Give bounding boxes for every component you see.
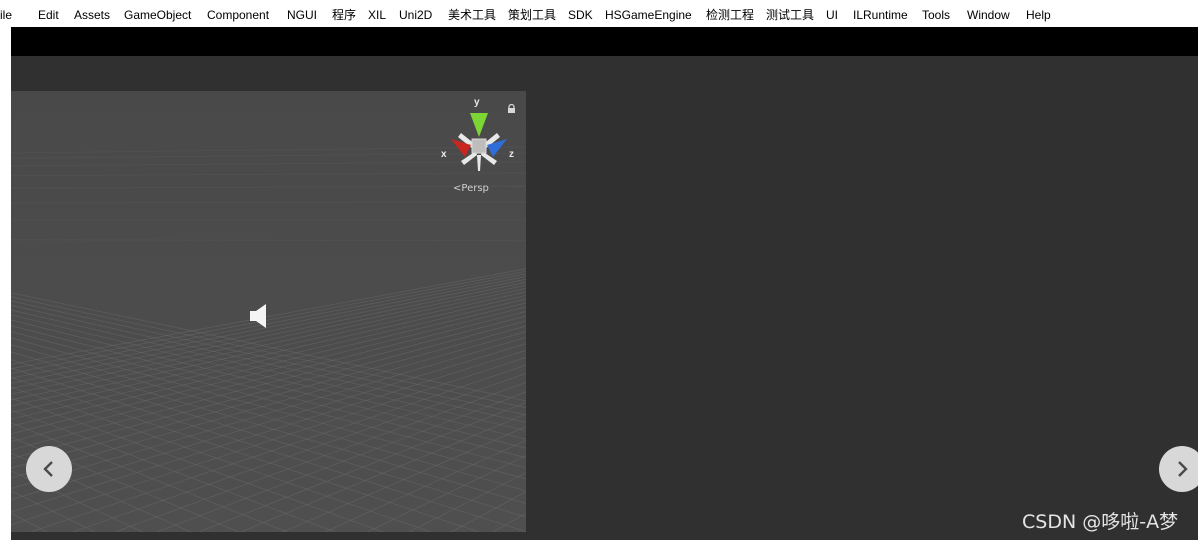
menu-test-tools[interactable]: 测试工具	[766, 8, 814, 22]
menu-uni2d[interactable]: Uni2D	[399, 8, 432, 22]
watermark: CSDN @哆啦-A梦	[1022, 511, 1179, 533]
chevron-left-icon	[43, 461, 53, 477]
menu-help[interactable]: Help	[1026, 8, 1051, 22]
menu-xil[interactable]: XIL	[368, 8, 386, 22]
lock-icon[interactable]	[507, 101, 516, 119]
menu-assets[interactable]: Assets	[74, 8, 110, 22]
speaker-icon[interactable]	[249, 303, 269, 334]
axis-z-label: z	[509, 149, 514, 160]
menu-gameobject[interactable]: GameObject	[124, 8, 191, 22]
chevron-right-icon	[1178, 461, 1188, 477]
menu-art-tools[interactable]: 美术工具	[448, 8, 496, 22]
previous-image-button[interactable]	[26, 446, 72, 492]
menu-tools[interactable]: Tools	[922, 8, 950, 22]
axis-x-label: x	[441, 149, 447, 160]
menu-hsgameengine[interactable]: HSGameEngine	[605, 8, 692, 22]
menu-window[interactable]: Window	[967, 8, 1010, 22]
menu-ilruntime[interactable]: ILRuntime	[853, 8, 908, 22]
next-image-button[interactable]	[1159, 446, 1198, 492]
menu-component[interactable]: Component	[207, 8, 269, 22]
left-edge	[0, 27, 11, 540]
menu-design-tools[interactable]: 策划工具	[508, 8, 556, 22]
scene-view[interactable]: y x z <Persp	[11, 91, 526, 532]
menu-bar: ile Edit Assets GameObject Component NGU…	[0, 0, 1198, 27]
menu-check-project[interactable]: 检测工程	[706, 8, 754, 22]
projection-toggle[interactable]: <Persp	[453, 183, 489, 194]
projection-label: Persp	[461, 183, 489, 194]
menu-ui[interactable]: UI	[826, 8, 838, 22]
menu-ngui[interactable]: NGUI	[287, 8, 317, 22]
menu-file[interactable]: ile	[0, 8, 12, 22]
menu-program[interactable]: 程序	[332, 8, 356, 22]
toolbar-area	[0, 27, 1198, 56]
orientation-gizmo[interactable]: y x z	[439, 95, 521, 195]
menu-sdk[interactable]: SDK	[568, 8, 593, 22]
axis-y-label: y	[474, 97, 480, 108]
menu-edit[interactable]: Edit	[38, 8, 59, 22]
